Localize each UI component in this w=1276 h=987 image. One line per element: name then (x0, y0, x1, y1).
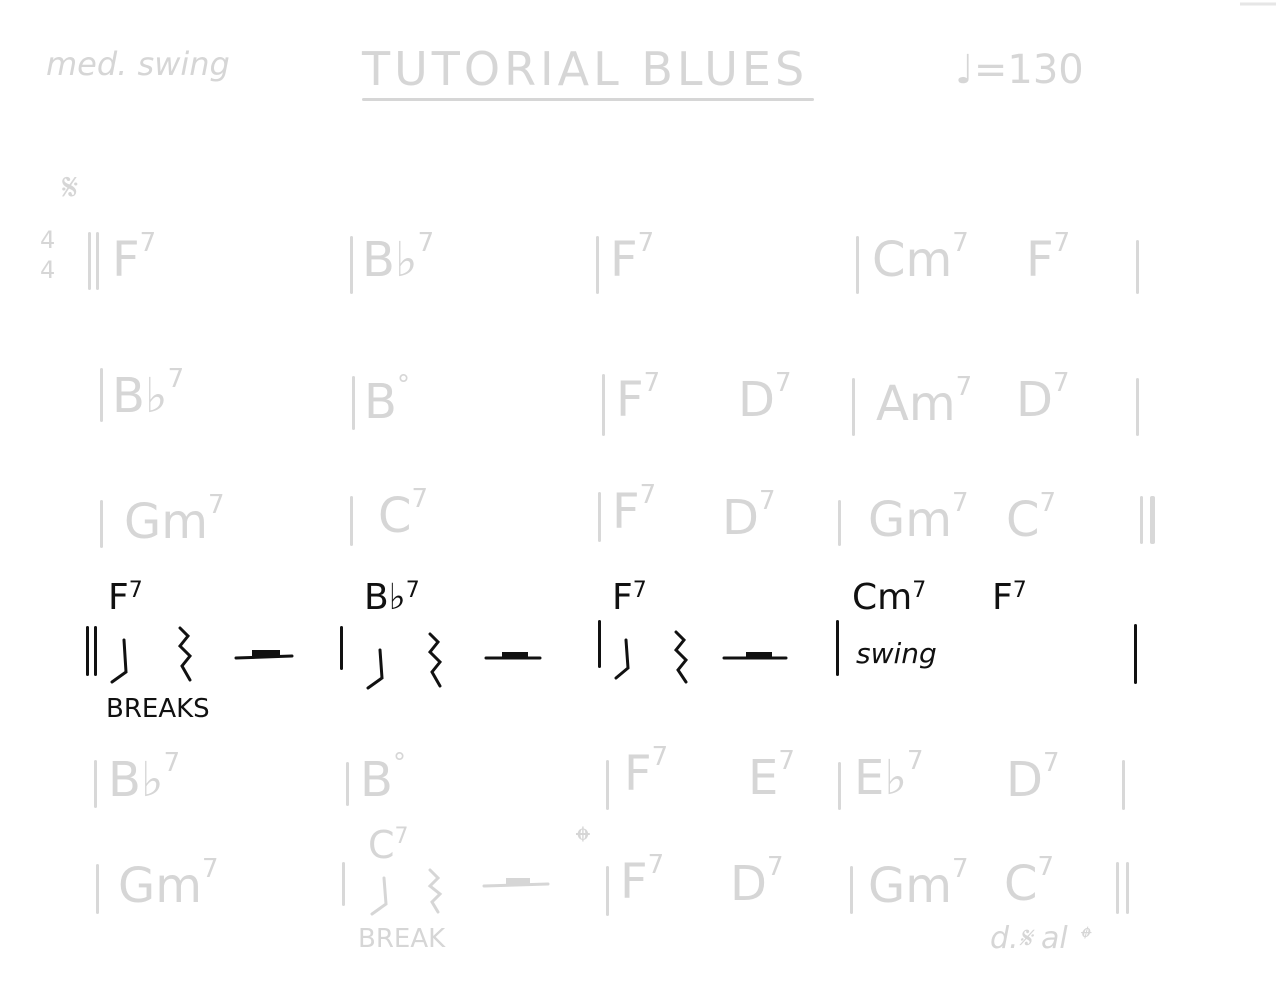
quarter-rest (177, 626, 193, 682)
half-rest (506, 878, 530, 884)
quarter-note (370, 876, 388, 916)
chart-sheet: { "header": { "style": "med. swing", "ti… (0, 0, 1276, 987)
quarter-rest (427, 632, 443, 688)
quarter-note (614, 638, 630, 680)
quarter-rest (673, 630, 689, 684)
half-rest (502, 652, 528, 658)
half-rest-line (482, 882, 550, 888)
half-rest (252, 650, 280, 656)
quarter-note (366, 648, 384, 690)
quarter-note (110, 638, 128, 684)
half-rest (746, 652, 772, 658)
quarter-rest (427, 868, 443, 914)
break-figure (370, 868, 550, 916)
rhythm-marks (110, 2, 1276, 916)
half-rest-line (234, 654, 294, 660)
